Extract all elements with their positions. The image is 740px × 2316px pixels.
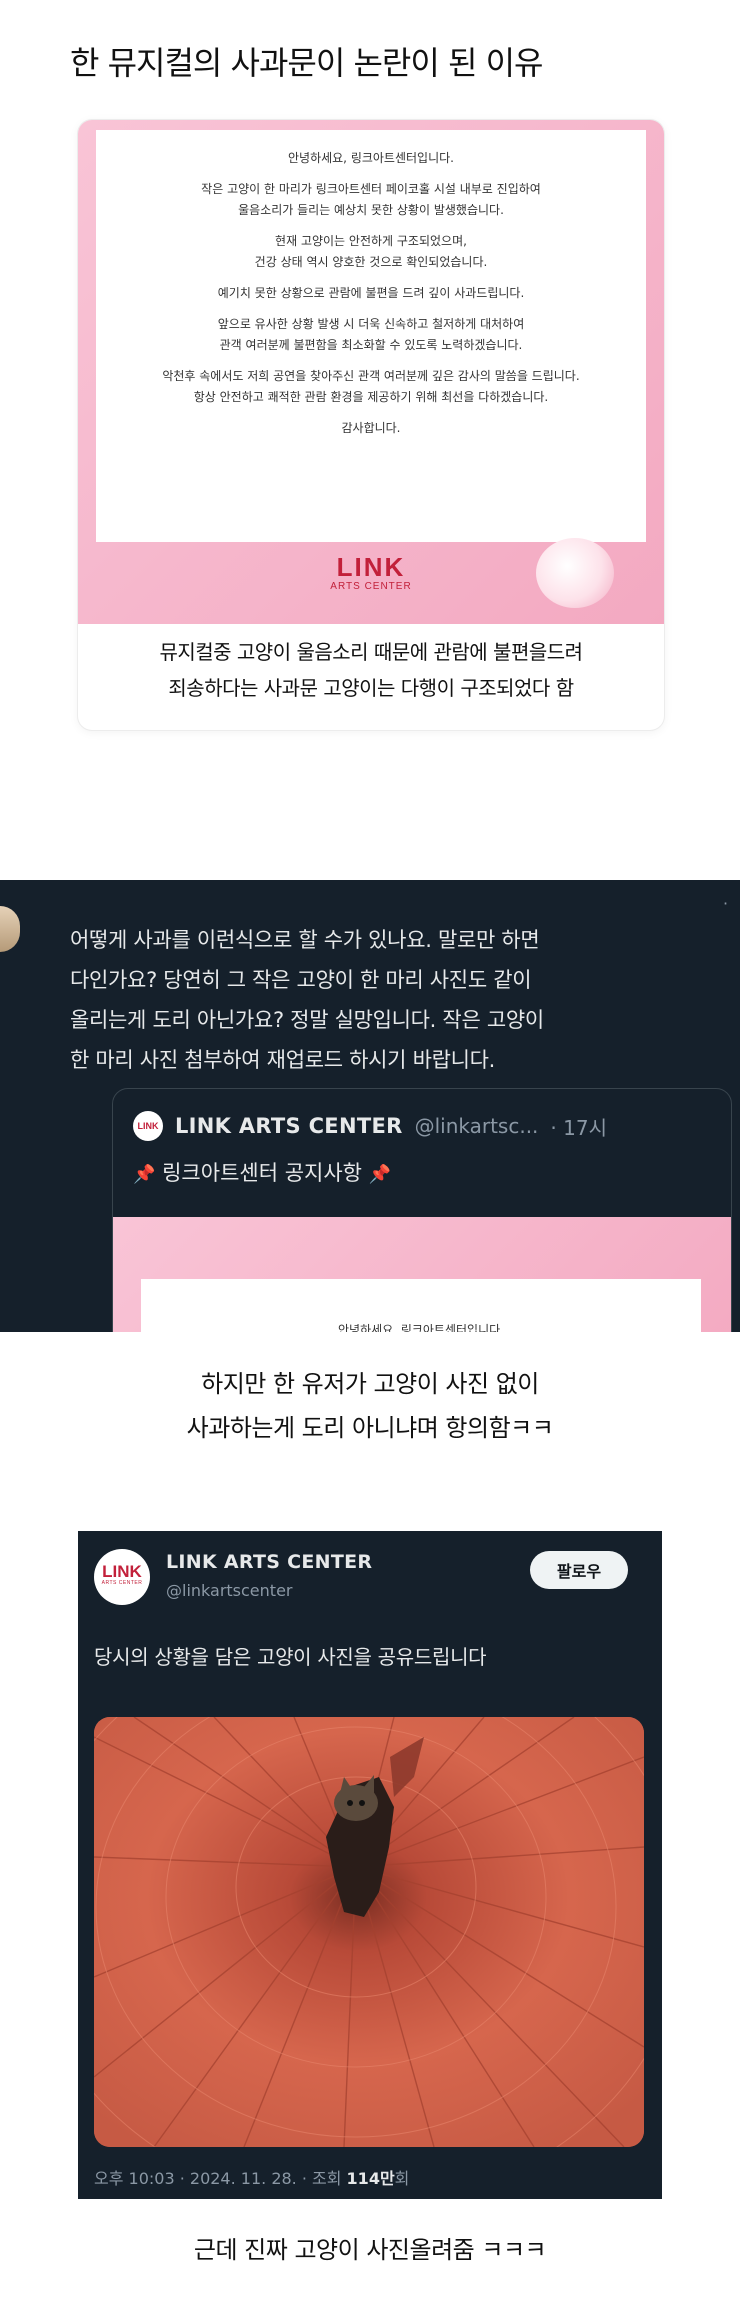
quote-preview-paper: 안녕하세요, 링크아트센터입니다. <box>141 1279 701 1332</box>
cat-photo[interactable] <box>94 1717 644 2147</box>
quote-image[interactable]: 안녕하세요, 링크아트센터입니다. <box>113 1217 731 1332</box>
pin-icon: 📌 <box>368 1164 392 1185</box>
more-icon[interactable]: ⋅ <box>723 894 728 913</box>
tweet-author-name[interactable]: LINK ARTS CENTER <box>166 1551 372 1573</box>
notice-line: 안녕하세요, 링크아트센터입니다. <box>287 151 454 165</box>
tweet-body: 당시의 상황을 담은 고양이 사진을 공유드립니다 <box>94 1645 487 1669</box>
notice-line: 건강 상태 역시 양호한 것으로 확인되었습니다. <box>254 255 488 269</box>
complaint-caption: 하지만 한 유저가 고양이 사진 없이 사과하는게 도리 아니냐며 항의함ㅋㅋ <box>0 1362 740 1450</box>
user-avatar[interactable] <box>0 906 20 952</box>
view-count: 114만 <box>346 2169 395 2188</box>
caption-line: 뮤지컬중 고양이 울음소리 때문에 관람에 불편을드려 <box>159 640 583 664</box>
notice-line: 항상 안전하고 쾌적한 관람 환경을 제공하기 위해 최선을 다하겠습니다. <box>193 390 549 404</box>
notice-caption: 뮤지컬중 고양이 울음소리 때문에 관람에 불편을드려 죄송하다는 사과문 고양… <box>78 634 664 706</box>
notice-line: 앞으로 유사한 상황 발생 시 더욱 신속하고 철저하게 대처하여 <box>217 317 525 331</box>
notice-paragraph: 작은 고양이 한 마리가 링크아트센터 페이코홀 시설 내부로 진입하여울음소리… <box>96 179 646 221</box>
quote-subtitle: 📌 링크아트센터 공지사항 📌 <box>133 1157 391 1187</box>
notice-text: 안녕하세요, 링크아트센터입니다. 작은 고양이 한 마리가 링크아트센터 페이코… <box>96 130 646 449</box>
reply-line: 올리는게 도리 아닌가요? 정말 실망입니다. 작은 고양이 <box>70 1008 544 1032</box>
notice-line: 현재 고양이는 안전하게 구조되었으며, <box>275 234 467 248</box>
caption-line: 하지만 한 유저가 고양이 사진 없이 <box>201 1370 539 1398</box>
link-logo: LINK ARTS CENTER <box>78 552 664 592</box>
caption-line: 사과하는게 도리 아니냐며 항의함ㅋㅋ <box>186 1414 554 1442</box>
notice-line: 예기치 못한 상황으로 관람에 불편을 드려 깊이 사과드립니다. <box>217 286 525 300</box>
wood-log-cat-image <box>94 1717 644 2147</box>
tweet-handle[interactable]: @linkartscenter <box>166 1581 292 1600</box>
notice-paragraph: 앞으로 유사한 상황 발생 시 더욱 신속하고 철저하게 대처하여관객 여러분께… <box>96 314 646 356</box>
avatar-main-text: LINK <box>102 1562 142 1581</box>
reply-line: 한 마리 사진 첨부하여 재업로드 하시기 바랍니다. <box>70 1048 496 1072</box>
reply-line: 다인가요? 당연히 그 작은 고양이 한 마리 사진도 같이 <box>70 968 532 992</box>
notice-paragraph: 감사합니다. <box>96 418 646 439</box>
notice-paragraph: 안녕하세요, 링크아트센터입니다. <box>96 148 646 169</box>
cat-photo-tweet: LINK ARTS CENTER LINK ARTS CENTER @linka… <box>78 1531 662 2199</box>
notice-paper: 안녕하세요, 링크아트센터입니다. 작은 고양이 한 마리가 링크아트센터 페이코… <box>96 130 646 542</box>
pin-icon: 📌 <box>133 1164 156 1185</box>
notice-paragraph: 현재 고양이는 안전하게 구조되었으며, 건강 상태 역시 양호한 것으로 확인되… <box>96 231 646 273</box>
quote-time: · 17시 <box>550 1115 607 1140</box>
reply-text: 어떻게 사과를 이런식으로 할 수가 있나요. 말로만 하면 다인가요? 당연히… <box>70 920 730 1080</box>
notice-line: 작은 고양이 한 마리가 링크아트센터 페이코홀 시설 내부로 진입하여 <box>201 182 541 196</box>
logo-main-text: LINK <box>336 552 406 582</box>
caption-line: 죄송하다는 사과문 고양이는 다행이 구조되었다 함 <box>168 676 574 700</box>
tweet-meta: 오후 10:03 · 2024. 11. 28. · 조회 114만회 <box>94 2165 409 2189</box>
page-title: 한 뮤지컬의 사과문이 논란이 된 이유 <box>70 44 543 82</box>
logo-sub-text: ARTS CENTER <box>330 581 412 592</box>
link-avatar[interactable]: LINK ARTS CENTER <box>94 1549 150 1605</box>
quoted-tweet[interactable]: LINK LINK ARTS CENTER @linkartsc... · 17… <box>112 1088 732 1332</box>
reply-line: 어떻게 사과를 이런식으로 할 수가 있나요. 말로만 하면 <box>70 928 540 952</box>
notice-line: 관객 여러분께 불편함을 최소화할 수 있도록 노력하겠습니다. <box>219 338 523 352</box>
notice-line: 악천후 속에서도 저희 공연을 찾아주신 관객 여러분께 깊은 감사의 말씀을 … <box>162 369 580 383</box>
notice-paragraph: 악천후 속에서도 저희 공연을 찾아주신 관객 여러분께 깊은 감사의 말씀을 … <box>96 366 646 408</box>
apology-notice-card: 안녕하세요, 링크아트센터입니다. 작은 고양이 한 마리가 링크아트센터 페이코… <box>78 120 664 730</box>
tweet-timestamp[interactable]: 오후 10:03 · 2024. 11. 28. · 조회 <box>94 2169 347 2188</box>
notice-line: 울음소리가 들리는 예상치 못한 상황이 발생했습니다. <box>238 203 504 217</box>
link-avatar[interactable]: LINK <box>133 1111 163 1141</box>
quote-header: LINK LINK ARTS CENTER @linkartsc... · 17… <box>133 1109 607 1143</box>
quote-author-name[interactable]: LINK ARTS CENTER <box>175 1114 403 1138</box>
notice-paragraph: 예기치 못한 상황으로 관람에 불편을 드려 깊이 사과드립니다. <box>96 283 646 304</box>
notice-line: 감사합니다. <box>341 421 401 435</box>
view-suffix: 회 <box>394 2169 410 2188</box>
follow-button[interactable]: 팔로우 <box>530 1551 628 1589</box>
reply-screenshot: ⋅ 어떻게 사과를 이런식으로 할 수가 있나요. 말로만 하면 다인가요? 당… <box>0 880 740 1332</box>
notice-image: 안녕하세요, 링크아트센터입니다. 작은 고양이 한 마리가 링크아트센터 페이코… <box>78 120 664 624</box>
quote-handle: @linkartsc... <box>414 1114 539 1138</box>
final-caption: 근데 진짜 고양이 사진올려줌 ㅋㅋㅋ <box>193 2236 547 2264</box>
avatar-sub-text: ARTS CENTER <box>101 1580 143 1586</box>
quote-subtitle-text: 링크아트센터 공지사항 <box>162 1161 362 1185</box>
